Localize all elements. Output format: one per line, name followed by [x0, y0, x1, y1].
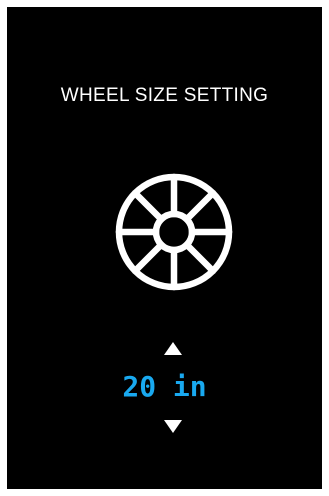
triangle-up-icon[interactable]: [164, 342, 182, 355]
triangle-down-icon[interactable]: [164, 420, 182, 433]
wheel-icon: [115, 173, 233, 291]
wheel-size-screen: WHEEL SIZE SETTING 20 in: [7, 7, 322, 489]
wheel-size-value: 20 in: [122, 370, 207, 403]
screen-title: WHEEL SIZE SETTING: [60, 85, 269, 106]
